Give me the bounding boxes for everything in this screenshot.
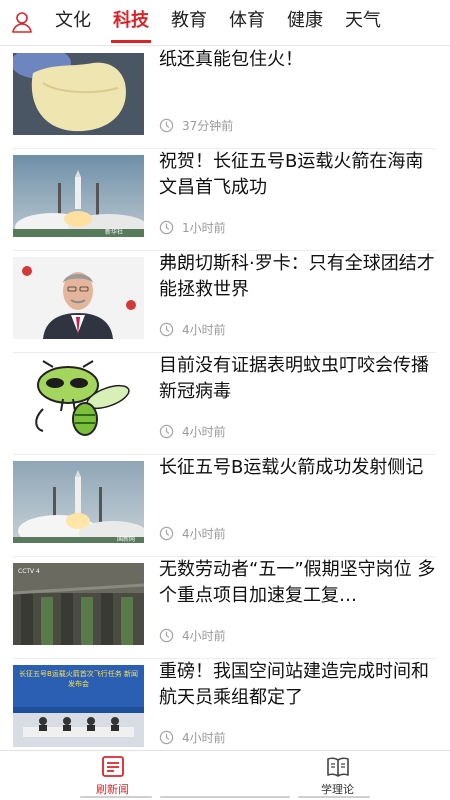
news-title: 重磅！我国空间站建造完成时间和航天员乘组都定了: [159, 661, 429, 708]
nav-theory-label: 学理论: [321, 782, 354, 796]
home-indicator: [160, 796, 290, 798]
svg-text:国新网: 国新网: [117, 535, 135, 543]
news-title: 纸还真能包住火！: [159, 49, 303, 70]
news-time: 37分钟前: [182, 119, 234, 133]
tab-education[interactable]: 教育: [160, 0, 218, 46]
category-tabs: 文化 科技 教育 体育 健康 天气: [44, 0, 450, 46]
rocket-launch-image: 国新网: [13, 461, 144, 543]
book-icon: [326, 757, 349, 777]
top-tab-bar: 文化 科技 教育 体育 健康 天气: [0, 0, 450, 46]
rocket-launch-image: 新华社: [13, 155, 144, 237]
news-thumbnail: 新华社: [13, 155, 144, 237]
news-thumbnail: 国新网: [13, 461, 144, 543]
news-meta: 37分钟前: [159, 117, 233, 134]
clock-icon: [159, 628, 174, 643]
news-time: 4小时前: [182, 323, 226, 337]
news-thumbnail: [13, 359, 144, 441]
news-item[interactable]: CCTV 4 无数劳动者“五一”假期坚守岗位 多个重点项目加速复工复… 4小时前: [13, 557, 436, 659]
news-item[interactable]: 纸还真能包住火！ 37分钟前: [13, 47, 436, 149]
news-time: 4小时前: [182, 527, 226, 541]
news-item[interactable]: 长征五号B运载火箭首次飞行任务 新闻发布会 重磅！我国空间站建造完成时间和航天员…: [13, 659, 436, 750]
clock-icon: [159, 424, 174, 439]
news-title: 弗朗切斯科·罗卡：只有全球团结才能拯救世界: [159, 253, 435, 300]
news-item[interactable]: 弗朗切斯科·罗卡：只有全球团结才能拯救世界 4小时前: [13, 251, 436, 353]
news-time: 4小时前: [182, 425, 226, 439]
tab-sports[interactable]: 体育: [218, 0, 276, 46]
news-icon: [101, 755, 124, 777]
nav-theory[interactable]: 学理论: [225, 751, 450, 800]
portrait-image: [13, 257, 144, 339]
news-meta: 1小时前: [159, 219, 226, 236]
svg-text:新华社: 新华社: [105, 228, 123, 236]
tab-technology[interactable]: 科技: [102, 0, 160, 46]
home-indicator: [80, 796, 152, 798]
paper-bag-image: [13, 53, 144, 135]
news-meta: 4小时前: [159, 627, 226, 644]
tab-health[interactable]: 健康: [276, 0, 334, 46]
user-icon[interactable]: [8, 8, 36, 36]
news-title: 祝贺！长征五号B运载火箭在海南文昌首飞成功: [159, 151, 424, 198]
construction-site-image: CCTV 4: [13, 563, 144, 645]
news-item[interactable]: 国新网 长征五号B运载火箭成功发射侧记 4小时前: [13, 455, 436, 557]
news-thumbnail: CCTV 4: [13, 563, 144, 645]
clock-icon: [159, 730, 174, 745]
news-time: 1小时前: [182, 221, 226, 235]
nav-news-label: 刷新闻: [96, 782, 129, 796]
bottom-nav: 刷新闻 学理论: [0, 750, 450, 800]
news-meta: 4小时前: [159, 321, 226, 338]
news-thumbnail: [13, 257, 144, 339]
news-meta: 4小时前: [159, 423, 226, 440]
news-title: 长征五号B运载火箭成功发射侧记: [159, 457, 424, 478]
news-thumbnail: 长征五号B运载火箭首次飞行任务 新闻发布会: [13, 665, 144, 747]
news-time: 4小时前: [182, 731, 226, 745]
news-title: 无数劳动者“五一”假期坚守岗位 多个重点项目加速复工复…: [159, 559, 436, 606]
news-list: 纸还真能包住火！ 37分钟前 新华社 祝贺！长征五号B运载火箭在海南文昌首飞成功: [0, 47, 450, 750]
clock-icon: [159, 220, 174, 235]
news-item[interactable]: 新华社 祝贺！长征五号B运载火箭在海南文昌首飞成功 1小时前: [13, 149, 436, 251]
news-thumbnail: [13, 53, 144, 135]
news-meta: 4小时前: [159, 729, 226, 746]
mosquito-cartoon-image: [13, 359, 144, 441]
news-item[interactable]: 目前没有证据表明蚊虫叮咬会传播新冠病毒 4小时前: [13, 353, 436, 455]
home-indicator: [298, 796, 370, 798]
clock-icon: [159, 118, 174, 133]
press-conference-image: 长征五号B运载火箭首次飞行任务 新闻发布会: [13, 665, 144, 747]
clock-icon: [159, 526, 174, 541]
news-title: 目前没有证据表明蚊虫叮咬会传播新冠病毒: [159, 355, 429, 402]
nav-news[interactable]: 刷新闻: [0, 751, 225, 800]
news-meta: 4小时前: [159, 525, 226, 542]
tab-culture[interactable]: 文化: [44, 0, 102, 46]
news-time: 4小时前: [182, 629, 226, 643]
clock-icon: [159, 322, 174, 337]
tab-weather[interactable]: 天气: [334, 0, 392, 46]
svg-text:CCTV 4: CCTV 4: [18, 568, 40, 575]
